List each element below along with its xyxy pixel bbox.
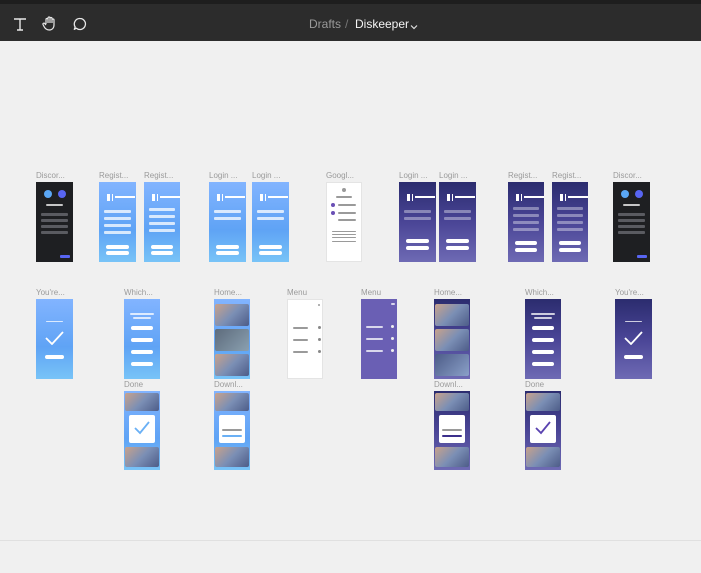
frame-downloading-blue[interactable] [214, 391, 250, 470]
comment-tool-icon[interactable] [69, 13, 91, 35]
frame-downloading-purple[interactable] [434, 391, 470, 470]
frame-label[interactable]: Done [525, 380, 544, 389]
frame-label[interactable]: Regist... [99, 171, 128, 180]
frame-youre-all-set-blue[interactable] [36, 299, 73, 379]
frame-home-blue[interactable] [214, 299, 250, 379]
frame-label[interactable]: Downl... [434, 380, 463, 389]
frame-label[interactable]: Login ... [209, 171, 237, 180]
frame-label[interactable]: Home... [434, 288, 462, 297]
file-name[interactable]: Diskeeper [355, 17, 409, 31]
frame-login-purple[interactable] [399, 182, 436, 262]
frame-label[interactable]: Downl... [214, 380, 243, 389]
frame-label[interactable]: Menu [361, 288, 381, 297]
canvas-divider [0, 540, 701, 541]
frame-label[interactable]: Done [124, 380, 143, 389]
frame-menu-dark[interactable] [361, 299, 397, 379]
frame-register-blue[interactable] [99, 182, 136, 262]
frame-label[interactable]: Regist... [508, 171, 537, 180]
frame-register-purple-filled[interactable] [552, 182, 588, 262]
hand-tool-icon[interactable] [39, 13, 61, 35]
chevron-down-icon[interactable] [410, 18, 418, 36]
checkmark-icon [134, 421, 150, 435]
frame-done-blue[interactable] [124, 391, 160, 470]
frame-register-purple[interactable] [508, 182, 544, 262]
frame-label[interactable]: Googl... [326, 171, 354, 180]
frame-label[interactable]: Login ... [439, 171, 467, 180]
frame-label[interactable]: You're... [615, 288, 644, 297]
checkmark-icon [535, 421, 551, 435]
frame-label[interactable]: Which... [525, 288, 554, 297]
frame-label[interactable]: Discor... [613, 171, 642, 180]
frame-youre-all-set-purple[interactable] [615, 299, 652, 379]
frame-menu-light[interactable] [287, 299, 323, 379]
checkmark-icon [45, 331, 64, 345]
frame-label[interactable]: You're... [36, 288, 65, 297]
toolbar: Drafts / Diskeeper [0, 0, 701, 41]
checkmark-icon [624, 331, 643, 345]
frame-home-purple[interactable] [434, 299, 470, 379]
frame-google-signin[interactable] [326, 182, 362, 262]
frame-done-purple[interactable] [525, 391, 561, 470]
breadcrumb-separator: / [345, 17, 349, 31]
frame-which-download-purple[interactable] [525, 299, 561, 379]
frame-label[interactable]: Discor... [36, 171, 65, 180]
frame-label[interactable]: Home... [214, 288, 242, 297]
frame-discord-dark-2[interactable] [613, 182, 650, 262]
frame-register-blue-filled[interactable] [144, 182, 180, 262]
frame-discord-dark[interactable] [36, 182, 73, 262]
frame-label[interactable]: Login ... [399, 171, 427, 180]
frame-label[interactable]: Regist... [144, 171, 173, 180]
design-canvas[interactable] [0, 41, 701, 573]
frame-which-download-blue[interactable] [124, 299, 160, 379]
frame-label[interactable]: Menu [287, 288, 307, 297]
frame-label[interactable]: Login ... [252, 171, 280, 180]
text-tool-icon[interactable] [9, 13, 31, 35]
frame-login-blue-filled[interactable] [252, 182, 289, 262]
frame-login-blue[interactable] [209, 182, 246, 262]
frame-login-purple-filled[interactable] [439, 182, 476, 262]
breadcrumb-drafts[interactable]: Drafts [309, 17, 341, 31]
frame-label[interactable]: Which... [124, 288, 153, 297]
frame-label[interactable]: Regist... [552, 171, 581, 180]
